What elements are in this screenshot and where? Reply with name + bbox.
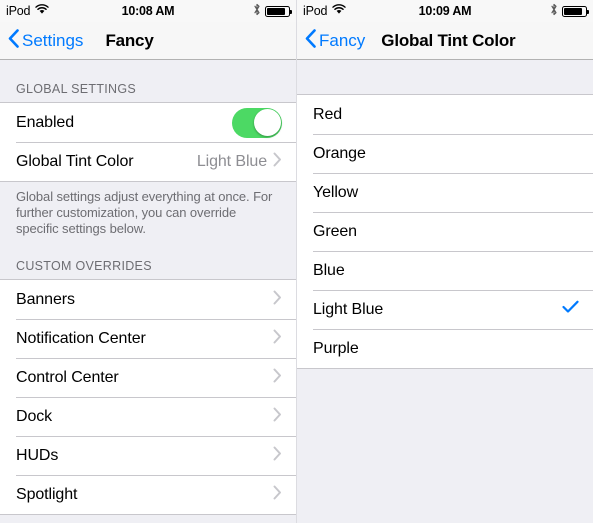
chevron-left-icon bbox=[8, 28, 19, 53]
navigation-bar: Settings Fancy bbox=[0, 22, 296, 60]
chevron-left-icon bbox=[305, 28, 316, 53]
chevron-right-icon bbox=[273, 290, 282, 310]
section-header-global-settings: GLOBAL SETTINGS bbox=[16, 82, 137, 96]
group-tint-colors: Red Orange Yellow Green Blue Light Blue bbox=[297, 94, 593, 369]
chevron-right-icon bbox=[273, 446, 282, 466]
group-global-settings: Enabled Global Tint Color Light Blue bbox=[0, 102, 296, 182]
table-top-spacer bbox=[297, 60, 593, 94]
option-row-red[interactable]: Red bbox=[297, 95, 593, 134]
settings-table: GLOBAL SETTINGS Enabled Global Tint Colo… bbox=[0, 60, 296, 523]
option-row-orange[interactable]: Orange bbox=[297, 134, 593, 173]
group-custom-overrides: Banners Notification Center Control Cent… bbox=[0, 279, 296, 515]
status-bar-time: 10:09 AM bbox=[418, 4, 472, 18]
option-row-purple[interactable]: Purple bbox=[297, 329, 593, 368]
dual-screenshot-container: iPod 10:08 AM Settings Fancy GLOBAL SETT… bbox=[0, 0, 593, 523]
row-notification-center[interactable]: Notification Center bbox=[0, 319, 296, 358]
chevron-right-icon bbox=[273, 407, 282, 427]
option-label: Orange bbox=[313, 144, 366, 162]
status-bar: iPod 10:09 AM bbox=[297, 0, 593, 22]
row-label: Spotlight bbox=[16, 485, 78, 503]
row-enabled[interactable]: Enabled bbox=[0, 103, 296, 142]
checkmark-icon bbox=[562, 300, 579, 319]
chevron-right-icon bbox=[273, 485, 282, 505]
option-label: Yellow bbox=[313, 183, 359, 201]
tint-color-table: Red Orange Yellow Green Blue Light Blue bbox=[297, 60, 593, 523]
back-button-label: Settings bbox=[22, 30, 84, 50]
option-label: Green bbox=[313, 222, 357, 240]
row-label: Banners bbox=[16, 290, 75, 308]
row-banners[interactable]: Banners bbox=[0, 280, 296, 319]
status-bar-right bbox=[550, 3, 589, 19]
battery-icon bbox=[265, 5, 292, 17]
row-label: Enabled bbox=[16, 113, 75, 131]
right-screen-global-tint-color: iPod 10:09 AM Fancy Global Tint Color Re… bbox=[297, 0, 593, 523]
option-row-green[interactable]: Green bbox=[297, 212, 593, 251]
back-button-fancy[interactable]: Fancy bbox=[305, 28, 366, 53]
row-global-tint-color[interactable]: Global Tint Color Light Blue bbox=[0, 142, 296, 181]
row-label: Global Tint Color bbox=[16, 152, 134, 170]
back-button-settings[interactable]: Settings bbox=[8, 28, 84, 53]
left-screen-fancy-settings: iPod 10:08 AM Settings Fancy GLOBAL SETT… bbox=[0, 0, 296, 523]
option-label: Blue bbox=[313, 261, 345, 279]
row-label: Dock bbox=[16, 407, 53, 425]
option-label: Light Blue bbox=[313, 300, 384, 318]
bluetooth-icon bbox=[550, 3, 558, 19]
row-label: Control Center bbox=[16, 368, 119, 386]
page-title: Global Tint Color bbox=[381, 30, 516, 50]
row-value: Light Blue bbox=[196, 152, 267, 170]
option-row-blue[interactable]: Blue bbox=[297, 251, 593, 290]
chevron-right-icon bbox=[273, 152, 282, 172]
battery-icon bbox=[562, 5, 589, 17]
row-spotlight[interactable]: Spotlight bbox=[0, 475, 296, 514]
status-bar: iPod 10:08 AM bbox=[0, 0, 296, 22]
row-label: HUDs bbox=[16, 446, 59, 464]
option-label: Red bbox=[313, 105, 343, 123]
chevron-right-icon bbox=[273, 368, 282, 388]
page-title: Fancy bbox=[105, 30, 154, 50]
back-button-label: Fancy bbox=[319, 30, 366, 50]
option-row-light-blue[interactable]: Light Blue bbox=[297, 290, 593, 329]
option-row-yellow[interactable]: Yellow bbox=[297, 173, 593, 212]
enabled-toggle[interactable] bbox=[232, 107, 282, 138]
toggle-knob bbox=[253, 109, 281, 136]
row-dock[interactable]: Dock bbox=[0, 397, 296, 436]
section-header-custom-overrides: CUSTOM OVERRIDES bbox=[16, 259, 152, 273]
navigation-bar: Fancy Global Tint Color bbox=[297, 22, 593, 60]
row-control-center[interactable]: Control Center bbox=[0, 358, 296, 397]
row-label: Notification Center bbox=[16, 329, 146, 347]
status-bar-right bbox=[253, 3, 292, 19]
row-huds[interactable]: HUDs bbox=[0, 436, 296, 475]
bluetooth-icon bbox=[253, 3, 261, 19]
status-bar-time: 10:08 AM bbox=[121, 4, 175, 18]
chevron-right-icon bbox=[273, 329, 282, 349]
section-footer-global-settings: Global settings adjust everything at onc… bbox=[16, 189, 273, 236]
option-label: Purple bbox=[313, 339, 359, 357]
